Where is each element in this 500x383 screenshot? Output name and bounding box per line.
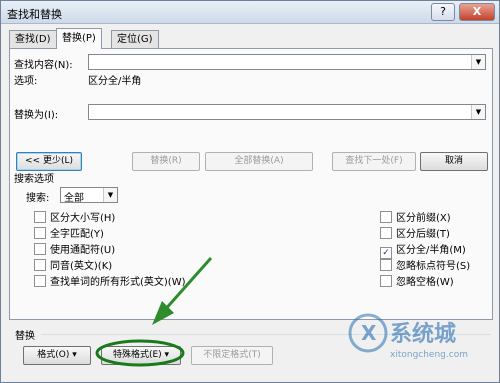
checkbox-box[interactable] [34,275,46,287]
checkbox-match-prefix[interactable]: 区分前缀(X) [380,209,451,224]
checkbox-ignore-whitespace[interactable]: 忽略空格(W) [380,273,454,288]
checkbox-wildcards[interactable]: 使用通配符(U) [34,241,116,256]
checkbox-all-word-forms[interactable]: 查找单词的所有形式(英文)(W) [34,273,186,288]
checkbox-whole-word[interactable]: 全字匹配(Y) [34,225,104,240]
replace-label: 替换为(I): [14,110,59,121]
find-replace-dialog: 查找和替换 ? X 查找(D) 替换(P) 定位(G) 查找内容(N): ▼ 选… [0,0,500,383]
checkbox-label: 忽略标点符号(S) [396,261,471,272]
svg-text:X: X [361,321,377,345]
no-formatting-button[interactable]: 不限定格式(T) [191,346,273,365]
checkbox-sounds-like[interactable]: 同音(英文)(K) [34,257,113,272]
search-options-heading: 搜索选项 [14,174,54,185]
checkbox-label: 忽略空格(W) [396,277,454,288]
tab-replace[interactable]: 替换(P) [56,28,102,49]
cancel-button[interactable]: 取消 [420,152,488,171]
format-button[interactable]: 格式(O) ▾ [23,346,91,365]
close-button[interactable]: X [459,3,495,21]
checkbox-box[interactable] [380,211,392,223]
search-scope-label: 搜索: [26,193,50,204]
search-scope-value: 全部 [64,193,84,204]
find-label: 查找内容(N): [14,60,73,71]
watermark-url: xitongcheng.com [390,350,468,360]
watermark-brand: 系统城 [390,321,456,347]
tab-panel: 查找内容(N): ▼ 选项: 区分全/半角 替换为(I): ▼ << 更少(L)… [9,48,493,320]
options-label: 选项: [14,76,38,87]
search-scope-select[interactable]: 全部 ▼ [60,187,118,204]
less-button[interactable]: << 更少(L) [16,152,82,171]
window-title: 查找和替换 [7,8,62,21]
checkbox-label: 区分前缀(X) [396,213,451,224]
checkbox-match-width[interactable]: ✓ 区分全/半角(M) [380,241,466,259]
special-format-button[interactable]: 特殊格式(E) ▾ [101,346,181,365]
checkbox-box[interactable] [34,211,46,223]
checkbox-label: 区分大小写(H) [50,213,116,224]
replace-button[interactable]: 替换(R) [132,152,200,171]
find-next-button[interactable]: 查找下一处(F) [332,152,416,171]
checkbox-match-case[interactable]: 区分大小写(H) [34,209,116,224]
checkbox-label: 同音(英文)(K) [50,261,113,272]
checkbox-label: 区分后缀(T) [396,229,450,240]
replace-dropdown-arrow-icon[interactable]: ▼ [471,105,485,119]
checkbox-box[interactable] [380,259,392,271]
replace-section-heading: 替换 [15,331,35,342]
checkbox-box[interactable] [34,243,46,255]
checkbox-label: 全字匹配(Y) [50,229,104,240]
checkbox-label: 区分全/半角(M) [396,245,466,256]
checkbox-box[interactable] [34,227,46,239]
options-value: 区分全/半角 [88,76,142,87]
watermark-logo-icon: X 系统城 xitongcheng.com [348,313,468,360]
replace-all-button[interactable]: 全部替换(A) [205,152,313,171]
find-input[interactable]: ▼ [88,54,486,70]
checkbox-box[interactable] [380,275,392,287]
title-bar[interactable]: 查找和替换 ? X [1,1,499,24]
checkbox-ignore-punctuation[interactable]: 忽略标点符号(S) [380,257,471,272]
find-dropdown-arrow-icon[interactable]: ▼ [471,55,485,69]
help-button[interactable]: ? [431,3,455,21]
tab-goto[interactable]: 定位(G) [111,30,159,48]
replace-input[interactable]: ▼ [88,104,486,120]
checkbox-label: 查找单词的所有形式(英文)(W) [50,277,186,288]
search-scope-arrow-icon[interactable]: ▼ [103,188,117,202]
checkbox-box[interactable] [34,259,46,271]
tab-find[interactable]: 查找(D) [9,30,57,48]
checkbox-box[interactable] [380,227,392,239]
checkbox-label: 使用通配符(U) [50,245,116,256]
checkbox-match-suffix[interactable]: 区分后缀(T) [380,225,450,240]
